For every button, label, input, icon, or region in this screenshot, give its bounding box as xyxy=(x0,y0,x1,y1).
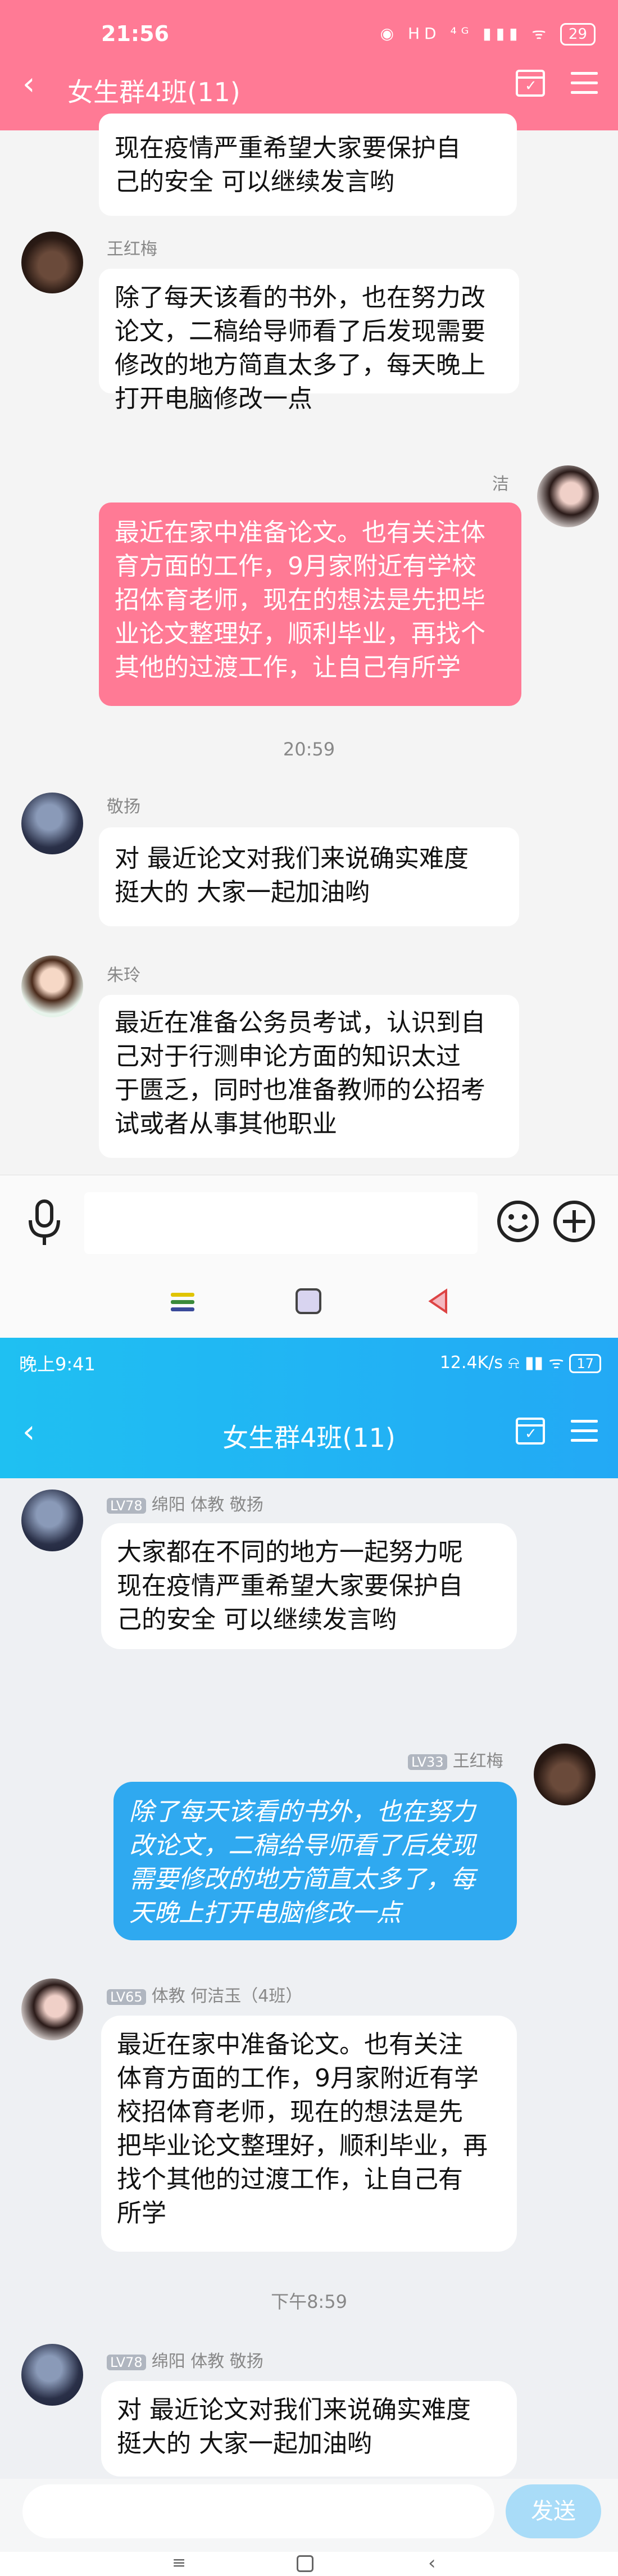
avatar[interactable] xyxy=(21,232,83,293)
sender-name: 绵阳 体教 敬扬 xyxy=(151,2352,263,2371)
level-badge: LV78 xyxy=(107,1498,146,1514)
calendar-checkin-icon[interactable] xyxy=(516,70,545,97)
sender-name: 朱玲 xyxy=(107,966,140,985)
message-bubble: 最近在家中准备论文。也有关注 体育方面的工作，9月家附近有学 校招体育老师，现在… xyxy=(101,2016,517,2252)
sender-meta: LV78 绵阳 体教 敬扬 xyxy=(107,2347,263,2372)
system-nav-bar xyxy=(0,1270,618,1338)
header-bar: 晚上9:41 12.4K/s ⍾ ▮▮ ᯤ 17 ‹ 女生群4班(11) xyxy=(0,1338,618,1478)
sender-name: 绵阳 体教 敬扬 xyxy=(151,1495,263,1515)
level-badge: LV65 xyxy=(107,1989,146,2005)
microphone-icon[interactable] xyxy=(25,1198,64,1248)
emoji-icon[interactable] xyxy=(496,1199,540,1244)
back-arrow-icon[interactable]: ‹ xyxy=(22,69,35,100)
sender-name: 王红梅 xyxy=(452,1751,503,1771)
avatar[interactable] xyxy=(21,1490,83,1551)
sender-meta: LV65 体教 何洁玉（4班） xyxy=(107,1982,302,2007)
status-bar: 21:56 ◉ HD ⁴ᴳ ▮▮▮ ᯤ 29 xyxy=(0,0,618,51)
nav-home-icon[interactable] xyxy=(297,2555,313,2572)
nav-menu-icon[interactable] xyxy=(169,1291,197,1313)
timestamp: 下午8:59 xyxy=(271,2291,347,2312)
menu-icon[interactable] xyxy=(571,72,598,94)
message-bubble: 最近在准备公务员考试，认识到自 己对于行测申论方面的知识太过 于匮乏，同时也准备… xyxy=(99,995,519,1158)
message-bubble: 现在疫情严重希望大家要保护自 己的安全 可以继续发言哟 xyxy=(99,114,517,216)
toolbar xyxy=(0,2529,618,2552)
level-badge: LV33 xyxy=(408,1754,447,1770)
sender-meta: LV78 绵阳 体教 敬扬 xyxy=(107,1491,263,1515)
nav-home-icon[interactable] xyxy=(294,1287,322,1315)
message-input[interactable] xyxy=(84,1192,478,1254)
avatar[interactable] xyxy=(537,465,599,527)
calendar-checkin-icon[interactable] xyxy=(516,1418,545,1445)
avatar[interactable] xyxy=(21,1979,83,2040)
message-bubble-self: 除了每天该看的书外，也在努力 改论文，二稿给导师看了后发现 需要修改的地方简直太… xyxy=(113,1782,517,1940)
nav-menu-icon[interactable]: ≡ xyxy=(172,2553,186,2573)
message-bubble: 对 最近论文对我们来说确实难度 挺大的 大家一起加油哟 xyxy=(99,827,519,926)
status-icons: ◉ HD ⁴ᴳ ▮▮▮ ᯤ 29 xyxy=(380,22,596,46)
screen-pink-chat: 21:56 ◉ HD ⁴ᴳ ▮▮▮ ᯤ 29 ‹ 女生群4班(11) 现在疫情严… xyxy=(0,0,618,1338)
system-nav-bar: ≡ ‹ xyxy=(0,2552,618,2576)
status-time: 晚上9:41 xyxy=(19,1353,96,1375)
battery-icon: 17 xyxy=(569,1354,601,1373)
avatar[interactable] xyxy=(21,793,83,854)
message-bubble-self: 最近在家中准备论文。也有关注体 育方面的工作，9月家附近有学校 招体育老师，现在… xyxy=(99,502,521,706)
chat-title: 女生群4班(11) xyxy=(67,77,240,107)
sender-name: 体教 何洁玉（4班） xyxy=(151,1986,303,2006)
sender-name: 王红梅 xyxy=(107,239,157,259)
avatar[interactable] xyxy=(534,1744,596,1805)
input-bar xyxy=(0,1175,618,1271)
avatar[interactable] xyxy=(21,956,83,1017)
status-time: 21:56 xyxy=(101,21,169,46)
plus-icon[interactable] xyxy=(552,1199,597,1244)
screen-blue-chat: 晚上9:41 12.4K/s ⍾ ▮▮ ᯤ 17 ‹ 女生群4班(11) LV7… xyxy=(0,1338,618,2576)
timestamp: 20:59 xyxy=(283,739,335,760)
message-bubble: 大家都在不同的地方一起努力呢 现在疫情严重希望大家要保护自 己的安全 可以继续发… xyxy=(101,1523,517,1649)
sender-name: 敬扬 xyxy=(107,797,140,817)
status-icons: 12.4K/s ⍾ ▮▮ ᯤ 17 xyxy=(440,1350,601,1373)
nav-back-icon[interactable]: ‹ xyxy=(428,2552,436,2574)
sender-meta: LV33 王红梅 xyxy=(408,1747,503,1772)
avatar[interactable] xyxy=(21,2344,83,2406)
network-speed: 12.4K/s ⍾ ▮▮ ᯤ xyxy=(439,1353,564,1373)
nav-back-icon[interactable] xyxy=(426,1287,451,1315)
header-bar: 21:56 ◉ HD ⁴ᴳ ▮▮▮ ᯤ 29 ‹ 女生群4班(11) xyxy=(0,0,618,130)
sender-name: 洁 xyxy=(492,474,509,494)
signal-icons: ◉ HD ⁴ᴳ ▮▮▮ ᯤ xyxy=(380,24,551,43)
battery-icon: 29 xyxy=(560,23,596,46)
message-bubble: 对 最近论文对我们来说确实难度 挺大的 大家一起加油哟 xyxy=(101,2381,517,2477)
message-bubble: 除了每天该看的书外，也在努力改 论文，二稿给导师看了后发现需要 修改的地方简直太… xyxy=(99,269,519,413)
level-badge: LV78 xyxy=(107,2355,146,2370)
menu-icon[interactable] xyxy=(571,1420,598,1442)
